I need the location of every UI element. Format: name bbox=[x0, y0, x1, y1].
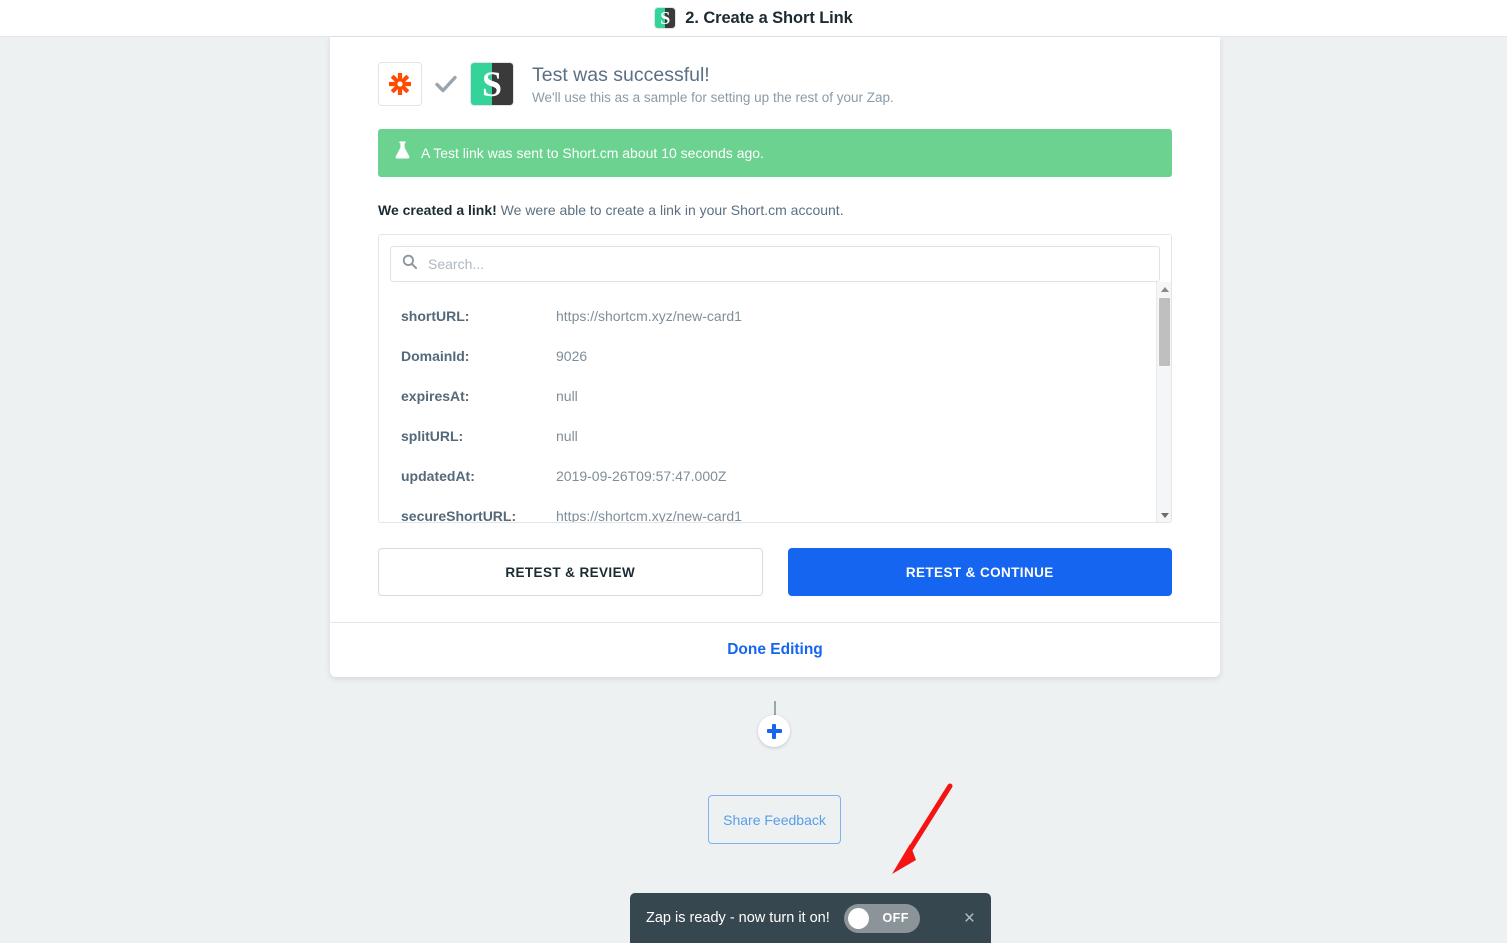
created-link-message: We created a link! We were able to creat… bbox=[378, 202, 1172, 218]
search-icon bbox=[402, 254, 418, 274]
table-row[interactable]: secureShortURL: https://shortcm.xyz/new-… bbox=[379, 496, 1171, 522]
test-result-header: S Test was successful! We'll use this as… bbox=[378, 59, 1172, 106]
zapier-asterisk-icon bbox=[378, 62, 422, 106]
toggle-knob bbox=[847, 907, 869, 929]
page-title: 2. Create a Short Link bbox=[685, 8, 853, 27]
scroll-up-triangle bbox=[1160, 286, 1169, 292]
toast-message: Zap is ready - now turn it on! bbox=[646, 910, 830, 926]
test-data-rows: shortURL: https://shortcm.xyz/new-card1 … bbox=[379, 282, 1171, 522]
table-row[interactable]: shortURL: https://shortcm.xyz/new-card1 bbox=[379, 296, 1171, 336]
test-result-subtitle: We'll use this as a sample for setting u… bbox=[532, 90, 894, 106]
row-key: expiresAt: bbox=[401, 388, 470, 404]
table-row[interactable]: DomainId: 9026 bbox=[379, 336, 1171, 376]
app-header: S 2. Create a Short Link bbox=[0, 0, 1507, 37]
row-value: null bbox=[556, 388, 578, 404]
created-link-message-bold: We created a link! bbox=[378, 202, 497, 218]
scrollbar[interactable] bbox=[1156, 282, 1171, 522]
scrollbar-thumb[interactable] bbox=[1159, 298, 1170, 366]
step-card-body: S Test was successful! We'll use this as… bbox=[330, 37, 1220, 622]
test-sent-text: A Test link was sent to Short.cm about 1… bbox=[421, 145, 764, 161]
action-buttons: RETEST & REVIEW RETEST & CONTINUE bbox=[378, 548, 1172, 596]
row-value: 9026 bbox=[556, 348, 588, 364]
table-row[interactable]: expiresAt: null bbox=[379, 376, 1171, 416]
shortcm-app-icon: S bbox=[470, 62, 514, 106]
close-icon[interactable]: × bbox=[964, 909, 975, 928]
retest-review-button[interactable]: RETEST & REVIEW bbox=[378, 548, 763, 596]
search-wrapper bbox=[379, 235, 1171, 282]
red-arrow-icon bbox=[880, 778, 966, 883]
shortcm-logo-icon: S bbox=[654, 7, 677, 29]
test-sent-banner: A Test link was sent to Short.cm about 1… bbox=[378, 129, 1172, 177]
test-data-panel: shortURL: https://shortcm.xyz/new-card1 … bbox=[378, 234, 1172, 523]
row-key: splitURL: bbox=[401, 428, 464, 444]
done-editing-row: Done Editing bbox=[330, 622, 1220, 677]
toggle-state-label: OFF bbox=[882, 911, 909, 925]
plus-icon-vertical bbox=[772, 723, 776, 739]
logo-letter: S bbox=[660, 8, 671, 28]
share-feedback-button[interactable]: Share Feedback bbox=[708, 795, 841, 844]
done-editing-link[interactable]: Done Editing bbox=[727, 641, 823, 659]
row-key: shortURL: bbox=[401, 308, 470, 324]
test-data-rows-container: shortURL: https://shortcm.xyz/new-card1 … bbox=[379, 282, 1171, 522]
flask-icon bbox=[394, 141, 411, 165]
zap-on-off-toggle[interactable]: OFF bbox=[843, 903, 920, 933]
row-value: https://shortcm.xyz/new-card1 bbox=[556, 508, 742, 522]
app-icon-letter: S bbox=[481, 64, 503, 104]
step-card: S Test was successful! We'll use this as… bbox=[330, 37, 1220, 677]
scroll-down-triangle bbox=[1160, 512, 1169, 518]
table-row[interactable]: splitURL: null bbox=[379, 416, 1171, 456]
scroll-up-arrow-icon[interactable] bbox=[1157, 282, 1171, 296]
scroll-down-arrow-icon[interactable] bbox=[1157, 508, 1171, 522]
row-key: secureShortURL: bbox=[401, 508, 517, 522]
test-result-text: Test was successful! We'll use this as a… bbox=[532, 63, 894, 105]
test-result-title: Test was successful! bbox=[532, 63, 710, 86]
add-step-button[interactable] bbox=[758, 715, 790, 747]
row-value: 2019-09-26T09:57:47.000Z bbox=[556, 468, 727, 484]
header-title-group: S 2. Create a Short Link bbox=[654, 7, 853, 29]
zap-ready-toast: Zap is ready - now turn it on! OFF × bbox=[630, 893, 991, 943]
retest-continue-button[interactable]: RETEST & CONTINUE bbox=[787, 548, 1172, 596]
row-key: DomainId: bbox=[401, 348, 470, 364]
table-row[interactable]: updatedAt: 2019-09-26T09:57:47.000Z bbox=[379, 456, 1171, 496]
search-input[interactable] bbox=[426, 255, 1148, 273]
check-icon bbox=[434, 72, 458, 96]
row-value: https://shortcm.xyz/new-card1 bbox=[556, 308, 742, 324]
created-link-message-rest: We were able to create a link in your Sh… bbox=[496, 202, 844, 218]
row-key: updatedAt: bbox=[401, 468, 475, 484]
row-value: null bbox=[556, 428, 578, 444]
search-box[interactable] bbox=[390, 246, 1160, 282]
